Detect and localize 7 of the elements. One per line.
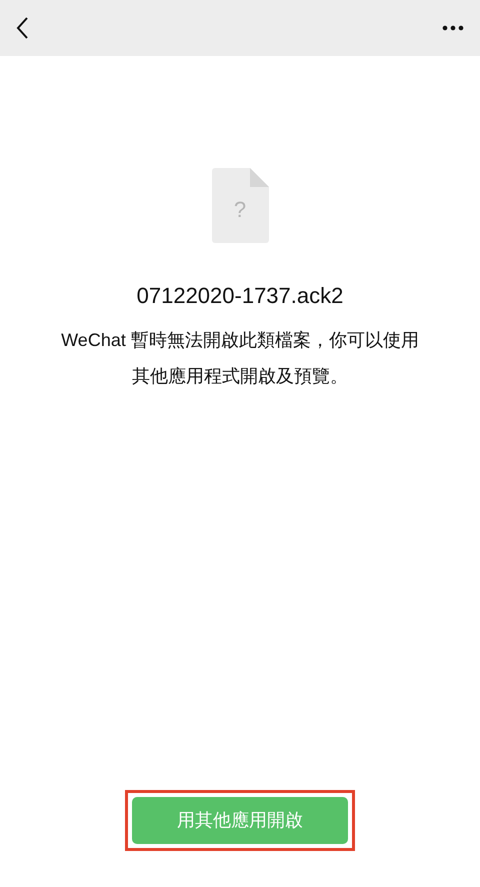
back-icon[interactable] — [16, 17, 28, 39]
more-icon[interactable] — [442, 25, 464, 31]
question-mark: ? — [232, 196, 248, 224]
document-icon — [212, 168, 268, 243]
open-with-other-app-button[interactable]: 用其他應用開啟 — [132, 797, 348, 844]
file-name: 07122020-1737.ack2 — [136, 282, 344, 310]
message-text: WeChat 暫時無法開啟此類檔案，你可以使用其他應用程式開啟及預覽。 — [60, 329, 420, 388]
